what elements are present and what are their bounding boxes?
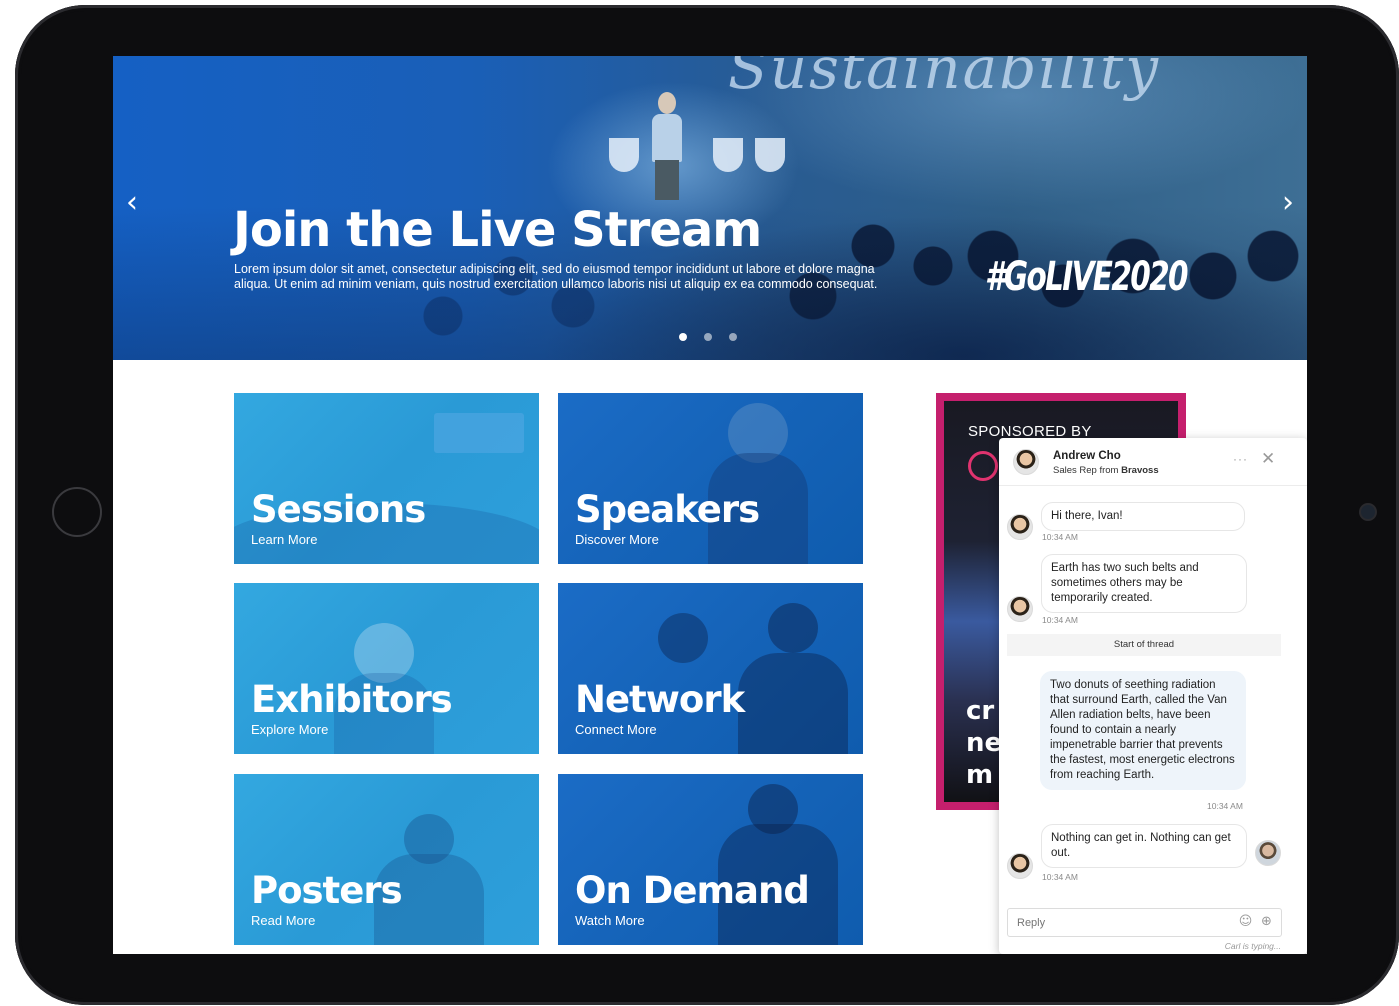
- contact-avatar: [1007, 514, 1033, 540]
- tile-exhibitors[interactable]: Exhibitors Explore More: [234, 583, 539, 754]
- contact-role-prefix: Sales Rep from: [1053, 465, 1119, 476]
- chat-message: Earth has two such belts and sometimes o…: [1041, 554, 1247, 613]
- tile-title: On Demand: [575, 869, 810, 912]
- tile-on-demand[interactable]: On Demand Watch More: [558, 774, 863, 945]
- chat-message: Nothing can get in. Nothing can get out.: [1041, 824, 1247, 868]
- tile-title: Network: [575, 678, 745, 721]
- tile-subtitle: Watch More: [575, 913, 645, 928]
- contact-name: Andrew Cho: [1053, 450, 1121, 462]
- tile-subtitle: Learn More: [251, 532, 318, 547]
- stage-chair: [755, 138, 785, 172]
- carousel-dot[interactable]: [729, 333, 737, 341]
- tile-sessions[interactable]: Sessions Learn More: [234, 393, 539, 564]
- close-icon[interactable]: ✕: [1261, 449, 1275, 469]
- message-time: 10:34 AM: [1207, 801, 1243, 811]
- contact-avatar: [1007, 853, 1033, 879]
- message-time: 10:34 AM: [1042, 872, 1078, 882]
- stage-speaker-figure: [649, 92, 685, 202]
- app-screen: Sustainability ‹ › Join the Live Stream …: [113, 56, 1307, 954]
- hero-title: Join the Live Stream: [233, 202, 762, 258]
- carousel-dots: [679, 333, 737, 343]
- stage-chair: [609, 138, 639, 172]
- hero-hashtag: #GoLIVE2020: [985, 254, 1189, 300]
- tile-posters[interactable]: Posters Read More: [234, 774, 539, 945]
- tile-title: Posters: [251, 869, 403, 912]
- camera-icon: [1361, 505, 1375, 519]
- tile-subtitle: Read More: [251, 913, 316, 928]
- message-time: 10:34 AM: [1042, 532, 1078, 542]
- tile-speakers[interactable]: Speakers Discover More: [558, 393, 863, 564]
- chat-window: Andrew Cho Sales Rep from Bravoss ··· ✕ …: [999, 438, 1307, 954]
- sponsor-ad-text: cr ne m: [966, 696, 1003, 790]
- thread-start-label: Start of thread: [1007, 634, 1281, 656]
- tile-title: Sessions: [251, 488, 426, 531]
- hero-prev-arrow-icon[interactable]: ‹: [117, 188, 147, 218]
- contact-company: Bravoss: [1121, 465, 1159, 476]
- contact-avatar: [1013, 449, 1039, 475]
- sponsor-logo-icon: [968, 451, 998, 481]
- stage-chair: [713, 138, 743, 172]
- tile-title: Exhibitors: [251, 678, 453, 721]
- add-attachment-icon[interactable]: ⊕: [1259, 914, 1274, 929]
- chat-message-own: Two donuts of seething radiation that su…: [1040, 671, 1246, 790]
- reply-input[interactable]: [1008, 909, 1218, 936]
- carousel-dot[interactable]: [704, 333, 712, 341]
- chat-message: Hi there, Ivan!: [1041, 502, 1245, 531]
- reply-box: ☺ ⊕: [1007, 908, 1282, 937]
- contact-role: Sales Rep from Bravoss: [1053, 465, 1159, 476]
- emoji-icon[interactable]: ☺: [1238, 914, 1253, 929]
- chat-header: Andrew Cho Sales Rep from Bravoss ··· ✕: [999, 438, 1307, 486]
- more-options-icon[interactable]: ···: [1233, 452, 1248, 466]
- tile-subtitle: Discover More: [575, 532, 659, 547]
- home-button[interactable]: [52, 487, 102, 537]
- tile-network[interactable]: Network Connect More: [558, 583, 863, 754]
- hero-banner: Sustainability ‹ › Join the Live Stream …: [113, 56, 1307, 360]
- tile-subtitle: Connect More: [575, 722, 657, 737]
- hero-background-word: Sustainability: [728, 56, 1161, 102]
- contact-avatar: [1007, 596, 1033, 622]
- hero-next-arrow-icon[interactable]: ›: [1273, 188, 1303, 218]
- tile-subtitle: Explore More: [251, 722, 329, 737]
- message-time: 10:34 AM: [1042, 615, 1078, 625]
- hero-description: Lorem ipsum dolor sit amet, consectetur …: [234, 262, 878, 291]
- carousel-dot[interactable]: [679, 333, 687, 341]
- user-avatar: [1255, 840, 1281, 866]
- tile-title: Speakers: [575, 488, 760, 531]
- typing-indicator: Carl is typing...: [1224, 941, 1281, 951]
